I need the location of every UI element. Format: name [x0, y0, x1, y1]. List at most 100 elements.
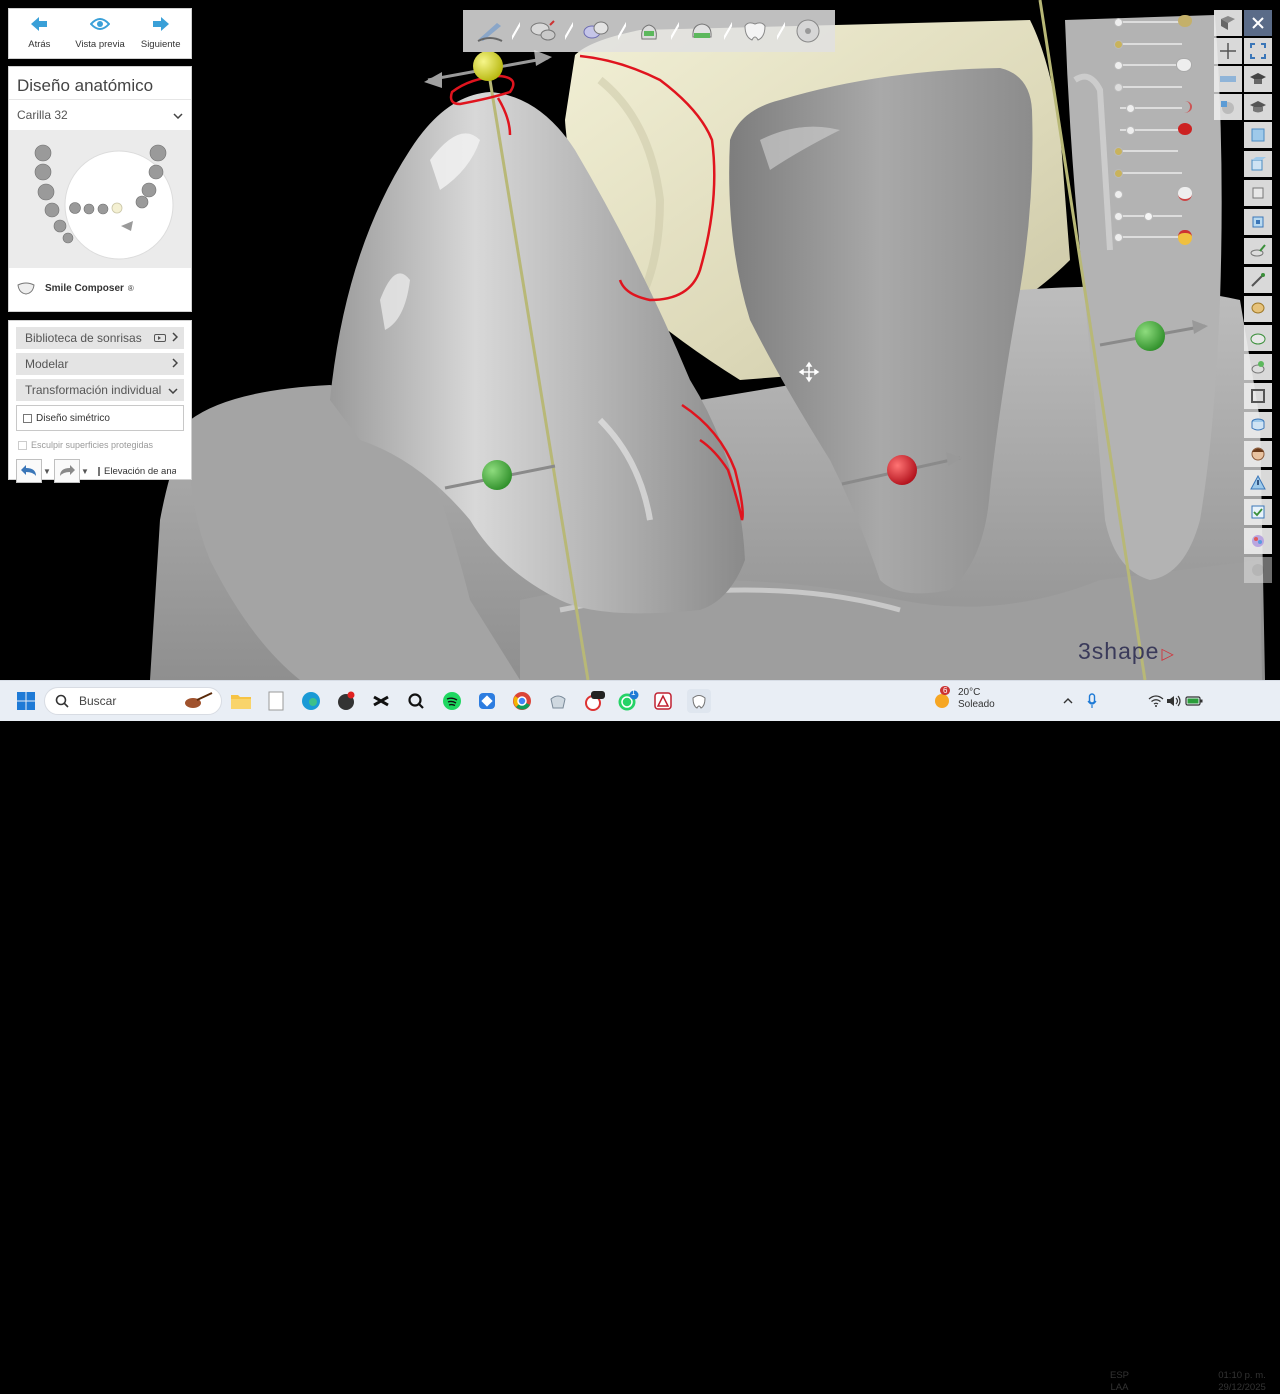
tool-side-view-button[interactable] — [1244, 180, 1272, 206]
slider-row[interactable] — [1112, 227, 1192, 249]
slider-row[interactable] — [1112, 206, 1192, 228]
start-button[interactable] — [14, 689, 38, 713]
restoration-select[interactable]: Carilla 32 — [9, 99, 191, 130]
add-material-icon — [1251, 361, 1265, 374]
elevation-checkbox[interactable] — [98, 466, 100, 476]
slider-row[interactable] — [1112, 120, 1192, 142]
measure-button[interactable] — [1214, 66, 1242, 92]
tool-face-button[interactable] — [1244, 441, 1272, 467]
blue-app-icon[interactable] — [475, 689, 499, 713]
dental-app-icon[interactable] — [546, 689, 570, 713]
model-row[interactable]: Modelar — [16, 353, 184, 375]
pan-icon — [1220, 43, 1236, 59]
graduation-button[interactable] — [1244, 94, 1272, 120]
dental-scan-render[interactable] — [0, 0, 1280, 680]
slider-row[interactable] — [1112, 98, 1192, 120]
capcut-icon[interactable] — [369, 689, 393, 713]
cap-view-button[interactable] — [1244, 66, 1272, 92]
sun-icon: 6 — [932, 686, 952, 709]
spotify-icon[interactable] — [440, 689, 464, 713]
redo-icon — [60, 465, 75, 476]
taskbar-search[interactable]: Buscar — [44, 687, 222, 715]
graduation-cap-icon — [1250, 101, 1266, 113]
chrome-icon[interactable] — [510, 689, 534, 713]
section-view-button[interactable] — [1214, 94, 1242, 120]
chevron-up-icon[interactable] — [1056, 689, 1080, 713]
search-app-icon[interactable] — [404, 689, 428, 713]
slider-row[interactable] — [1112, 55, 1192, 77]
stage-prep-button[interactable] — [463, 10, 516, 52]
tool-morph-button[interactable] — [1244, 296, 1272, 322]
tool-checklist-button[interactable] — [1244, 499, 1272, 525]
individual-transform-row[interactable]: Transformación individual — [16, 379, 184, 401]
undo-dropdown[interactable]: ▼ — [42, 460, 52, 482]
tool-sculpt-button[interactable] — [1244, 267, 1272, 293]
app-red-dot-icon[interactable] — [334, 689, 358, 713]
tool-frame-button[interactable] — [1244, 383, 1272, 409]
back-label: Atrás — [28, 39, 51, 50]
app-badge-icon[interactable] — [582, 689, 606, 713]
search-icon — [55, 694, 69, 708]
3d-viewport[interactable] — [0, 0, 1280, 680]
tool-smooth-button[interactable] — [1244, 325, 1272, 351]
tool-front-view-button[interactable] — [1244, 151, 1272, 177]
language-bottom: LAA — [1110, 1382, 1129, 1393]
tools-panel: Biblioteca de sonrisas Modelar Transform… — [8, 320, 192, 483]
clock[interactable]: 01:10 p. m. 29/12/2025 — [1208, 1370, 1276, 1394]
tool-contact-button[interactable] — [1244, 412, 1272, 438]
tool-wax-knife-button[interactable] — [1244, 238, 1272, 264]
battery-icon[interactable] — [1182, 689, 1206, 713]
file-explorer-icon[interactable] — [229, 689, 253, 713]
smile-library-row[interactable]: Biblioteca de sonrisas — [16, 327, 184, 349]
stage-crown-button[interactable] — [671, 10, 728, 52]
move-view-button[interactable] — [1214, 38, 1242, 64]
stage-anatomy-button[interactable] — [724, 10, 781, 52]
redo-dropdown[interactable]: ▼ — [80, 460, 90, 482]
next-button[interactable]: Siguiente — [130, 9, 191, 58]
symmetric-design-checkbox[interactable] — [23, 413, 32, 423]
tooth-chart[interactable] — [9, 130, 191, 268]
stage-abutment-button[interactable] — [618, 10, 675, 52]
close-icon — [1252, 17, 1264, 29]
slider-row[interactable] — [1112, 141, 1192, 163]
tool-transparency-button[interactable] — [1244, 122, 1272, 148]
tool-color-button[interactable] — [1244, 528, 1272, 554]
symmetric-design-option[interactable]: Diseño simétrico — [16, 405, 184, 431]
language-indicator[interactable]: ESP LAA — [1110, 1370, 1129, 1394]
undo-button[interactable] — [16, 459, 42, 483]
slider-row[interactable] — [1112, 184, 1192, 206]
arrow-right-icon — [152, 17, 169, 37]
tool-add-material-button[interactable] — [1244, 354, 1272, 380]
crown-stage-icon — [691, 23, 712, 38]
video-icon — [154, 334, 166, 342]
3shape-active-app-icon[interactable] — [687, 689, 711, 713]
navigation-panel: Atrás Vista previa Siguiente — [8, 8, 192, 59]
tool-warning-button[interactable] — [1244, 470, 1272, 496]
elevation-option[interactable]: Elevación de ana — [98, 466, 176, 477]
smile-library-label: Biblioteca de sonrisas — [25, 331, 142, 345]
tool-top-view-button[interactable] — [1244, 209, 1272, 235]
stage-model-button[interactable] — [512, 10, 569, 52]
pdf-icon[interactable] — [651, 689, 675, 713]
slider-row[interactable] — [1112, 77, 1192, 99]
workflow-stage-toolbar — [463, 10, 835, 52]
slider-row[interactable] — [1112, 163, 1192, 185]
slider-row[interactable] — [1112, 12, 1192, 34]
back-button[interactable]: Atrás — [9, 9, 70, 58]
slider-row[interactable] — [1112, 34, 1192, 56]
smile-composer-button[interactable]: Smile Composer ® — [9, 268, 191, 308]
view-cube-button[interactable] — [1214, 10, 1242, 36]
whatsapp-icon[interactable]: 1 — [616, 688, 640, 713]
chevron-right-icon — [172, 357, 179, 371]
stage-margin-button[interactable] — [565, 10, 622, 52]
redo-button[interactable] — [54, 459, 80, 483]
preview-button[interactable]: Vista previa — [70, 9, 131, 58]
microphone-icon[interactable] — [1080, 689, 1104, 713]
stage-export-button[interactable] — [777, 10, 834, 52]
fullscreen-button[interactable] — [1244, 38, 1272, 64]
section-icon — [1221, 101, 1234, 114]
weather-widget[interactable]: 6 20°C Soleado — [932, 686, 995, 711]
notepad-icon[interactable] — [264, 689, 288, 713]
edge-icon[interactable] — [299, 689, 323, 713]
close-button[interactable] — [1244, 10, 1272, 36]
